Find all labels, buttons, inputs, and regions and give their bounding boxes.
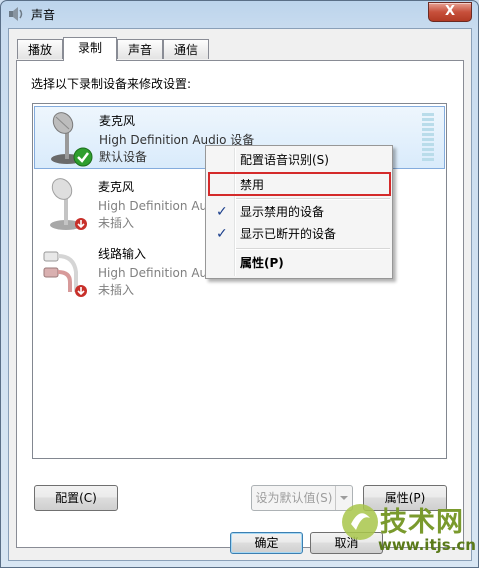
menu-item-configure-speech[interactable]: 配置语音识别(S)	[208, 149, 390, 171]
instruction-text: 选择以下录制设备来修改设置:	[31, 77, 192, 91]
ok-button[interactable]: 确定	[230, 532, 303, 554]
tab-recording[interactable]: 录制	[63, 37, 117, 61]
watermark-url: www.itjs.cn	[378, 536, 476, 554]
menu-item-label: 属性(P)	[240, 256, 284, 270]
menu-item-show-disconnected[interactable]: ✓ 显示已断开的设备	[208, 223, 390, 245]
recording-tab-panel: 选择以下录制设备来修改设置: 麦克风 High Definition Audio…	[16, 60, 464, 548]
speaker-icon	[9, 7, 23, 21]
device-status: 默认设备	[99, 150, 148, 164]
tab-communications[interactable]: 通信	[163, 39, 209, 59]
device-context-menu: 配置语音识别(S) 禁用 ✓ 显示禁用的设备 ✓ 显示已断开的设备 属性(P)	[205, 145, 393, 279]
menu-item-label: 显示已断开的设备	[240, 227, 337, 241]
menu-separator	[236, 198, 390, 200]
dialog-body: 播放 录制 声音 通信 选择以下录制设备来修改设置: 麦克风 High Defi…	[8, 28, 472, 561]
checkmark-icon	[73, 147, 93, 167]
device-name: 麦克风	[99, 114, 136, 128]
menu-item-label: 禁用	[240, 178, 265, 192]
disconnected-icon	[75, 218, 87, 230]
site-logo-icon	[342, 504, 378, 540]
configure-button[interactable]: 配置(C)	[34, 485, 118, 511]
device-name: 线路输入	[98, 247, 147, 261]
level-meter	[422, 113, 434, 163]
sound-dialog-window: 声音 X 播放 录制 声音 通信 选择以下录制设备来修改设置: 麦克风 High…	[0, 0, 479, 568]
device-status: 未插入	[98, 283, 135, 297]
menu-item-show-disabled[interactable]: ✓ 显示禁用的设备	[208, 201, 390, 223]
menu-item-label: 配置语音识别(S)	[240, 153, 329, 167]
set-default-label: 设为默认值(S)	[255, 491, 333, 505]
checkmark-icon: ✓	[216, 204, 228, 220]
close-button[interactable]: X	[428, 2, 472, 22]
disconnected-icon	[75, 285, 87, 297]
tab-sounds[interactable]: 声音	[117, 39, 163, 59]
highlight-box	[208, 172, 391, 196]
title-bar[interactable]: 声音 X	[1, 1, 478, 27]
menu-separator	[236, 248, 390, 250]
menu-item-label: 显示禁用的设备	[240, 205, 325, 219]
menu-item-properties[interactable]: 属性(P)	[208, 252, 390, 274]
menu-item-disable[interactable]: 禁用	[208, 172, 391, 196]
watermark-title: 技术网	[380, 507, 464, 538]
device-name: 麦克风	[98, 180, 135, 194]
device-status: 未插入	[98, 216, 135, 230]
tab-playback[interactable]: 播放	[17, 39, 63, 59]
checkmark-icon: ✓	[216, 226, 228, 242]
site-watermark: 技术网 www.itjs.cn	[336, 498, 476, 562]
window-title: 声音	[31, 8, 56, 22]
